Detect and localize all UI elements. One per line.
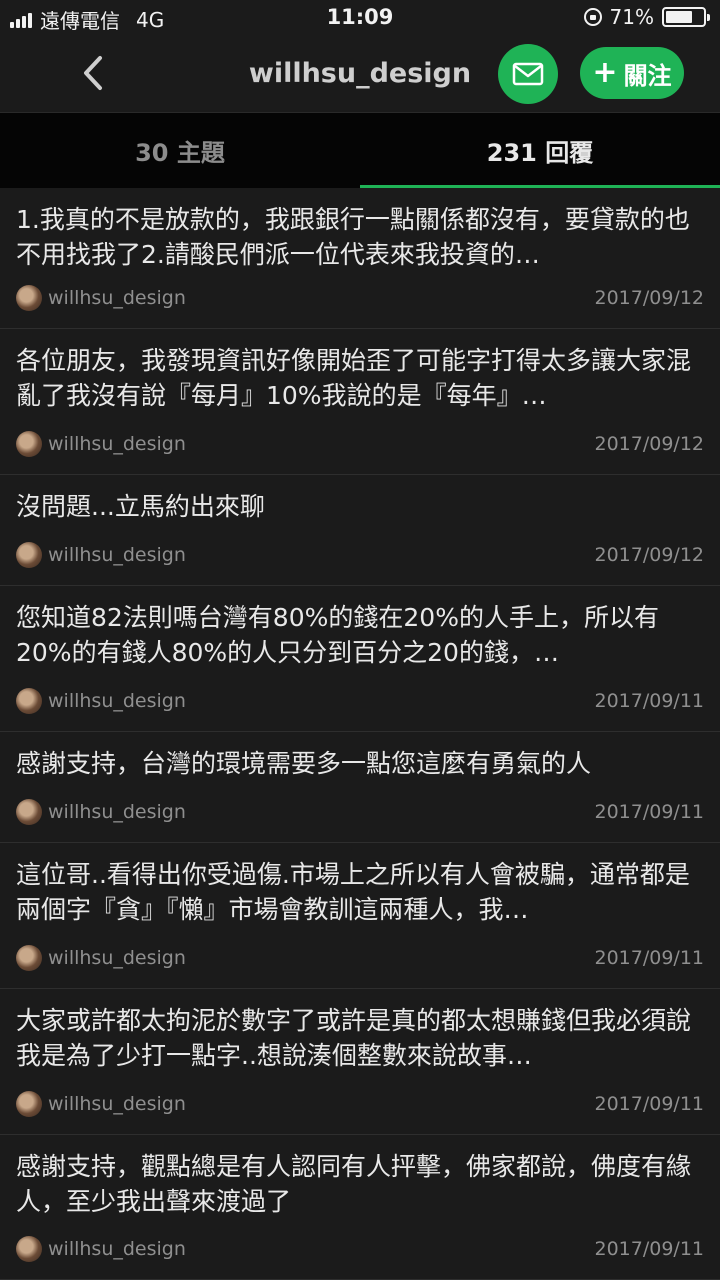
avatar — [16, 1091, 42, 1117]
list-item[interactable]: 感謝支持，台灣的環境需要多一點您這麼有勇氣的人 willhsu_design 2… — [0, 732, 720, 843]
reply-list: 1.我真的不是放款的，我跟銀行一點關係都沒有，要貸款的也不用找我了2.請酸民們派… — [0, 188, 720, 1280]
list-item[interactable]: 各位朋友，我發現資訊好像開始歪了可能字打得太多讓大家混亂了我沒有說『每月』10%… — [0, 329, 720, 475]
author-name: willhsu_design — [48, 1093, 186, 1115]
reply-date: 2017/09/12 — [594, 544, 704, 566]
follow-label: 關注 — [623, 61, 672, 90]
author-name: willhsu_design — [48, 690, 186, 712]
reply-text: 感謝支持，台灣的環境需要多一點您這麼有勇氣的人 — [16, 749, 592, 778]
status-right: 71% — [583, 5, 710, 29]
reply-text: 感謝支持，觀點總是有人認同有人抨擊，佛家都說，佛度有緣人，至少我出聲來渡過了 — [16, 1152, 692, 1216]
page-title: willhsu_design — [248, 58, 472, 89]
message-button[interactable] — [498, 44, 558, 104]
reply-meta: willhsu_design 2017/09/11 — [16, 944, 704, 972]
chevron-left-icon — [84, 56, 102, 90]
reply-meta: willhsu_design 2017/09/12 — [16, 284, 704, 312]
reply-date: 2017/09/11 — [594, 801, 704, 823]
tab-topics[interactable]: 30 主題 — [0, 113, 360, 188]
author-name: willhsu_design — [48, 544, 186, 566]
battery-percent: 71% — [609, 5, 654, 29]
list-item[interactable]: 大家或許都太拘泥於數字了或許是真的都太想賺錢但我必須說我是為了少打一點字..想說… — [0, 989, 720, 1135]
reply-date: 2017/09/12 — [594, 433, 704, 455]
list-item[interactable]: 沒問題...立馬約出來聊 willhsu_design 2017/09/12 — [0, 475, 720, 586]
author-name: willhsu_design — [48, 1238, 186, 1260]
reply-meta: willhsu_design 2017/09/11 — [16, 1090, 704, 1118]
list-item[interactable]: 1.我真的不是放款的，我跟銀行一點關係都沒有，要貸款的也不用找我了2.請酸民們派… — [0, 188, 720, 329]
avatar — [16, 799, 42, 825]
back-button[interactable] — [74, 50, 114, 96]
plus-icon: + — [592, 55, 618, 90]
avatar — [16, 688, 42, 714]
rotation-lock-icon — [583, 8, 602, 26]
reply-date: 2017/09/11 — [594, 947, 704, 969]
reply-text: 沒問題...立馬約出來聊 — [16, 492, 265, 521]
reply-meta: willhsu_design 2017/09/11 — [16, 687, 704, 715]
avatar — [16, 542, 42, 568]
author-name: willhsu_design — [48, 433, 186, 455]
tab-replies[interactable]: 231 回覆 — [360, 113, 720, 188]
reply-meta: willhsu_design 2017/09/11 — [16, 798, 704, 826]
reply-date: 2017/09/11 — [594, 690, 704, 712]
reply-text: 您知道82法則嗎台灣有80%的錢在20%的人手上，所以有20%的有錢人80%的人… — [16, 603, 659, 667]
avatar — [16, 945, 42, 971]
reply-text: 大家或許都太拘泥於數字了或許是真的都太想賺錢但我必須說我是為了少打一點字..想說… — [16, 1006, 692, 1070]
list-item[interactable]: 這位哥..看得出你受過傷.市場上之所以有人會被騙，通常都是兩個字『貪』『懶』市場… — [0, 843, 720, 989]
nav-bar: willhsu_design + 關注 — [0, 36, 720, 112]
author-name: willhsu_design — [48, 947, 186, 969]
avatar — [16, 1236, 42, 1262]
reply-date: 2017/09/11 — [594, 1238, 704, 1260]
list-item[interactable]: 您知道82法則嗎台灣有80%的錢在20%的人手上，所以有20%的有錢人80%的人… — [0, 586, 720, 732]
reply-meta: willhsu_design 2017/09/12 — [16, 541, 704, 569]
author-name: willhsu_design — [48, 287, 186, 309]
mail-icon — [512, 62, 544, 86]
author-name: willhsu_design — [48, 801, 186, 823]
reply-date: 2017/09/12 — [594, 287, 704, 309]
avatar — [16, 285, 42, 311]
status-bar: 遠傳電信 4G 11:09 71% — [0, 0, 720, 36]
follow-button[interactable]: + 關注 — [580, 47, 684, 99]
reply-meta: willhsu_design 2017/09/12 — [16, 430, 704, 458]
reply-text: 各位朋友，我發現資訊好像開始歪了可能字打得太多讓大家混亂了我沒有說『每月』10%… — [16, 346, 692, 410]
reply-meta: willhsu_design 2017/09/11 — [16, 1235, 704, 1263]
list-item[interactable]: 感謝支持，觀點總是有人認同有人抨擊，佛家都說，佛度有緣人，至少我出聲來渡過了 w… — [0, 1135, 720, 1280]
avatar — [16, 431, 42, 457]
reply-text: 這位哥..看得出你受過傷.市場上之所以有人會被騙，通常都是兩個字『貪』『懶』市場… — [16, 860, 690, 924]
tab-bar: 30 主題 231 回覆 — [0, 112, 720, 188]
reply-date: 2017/09/11 — [594, 1093, 704, 1115]
reply-text: 1.我真的不是放款的，我跟銀行一點關係都沒有，要貸款的也不用找我了2.請酸民們派… — [16, 205, 690, 269]
battery-icon — [662, 7, 710, 27]
